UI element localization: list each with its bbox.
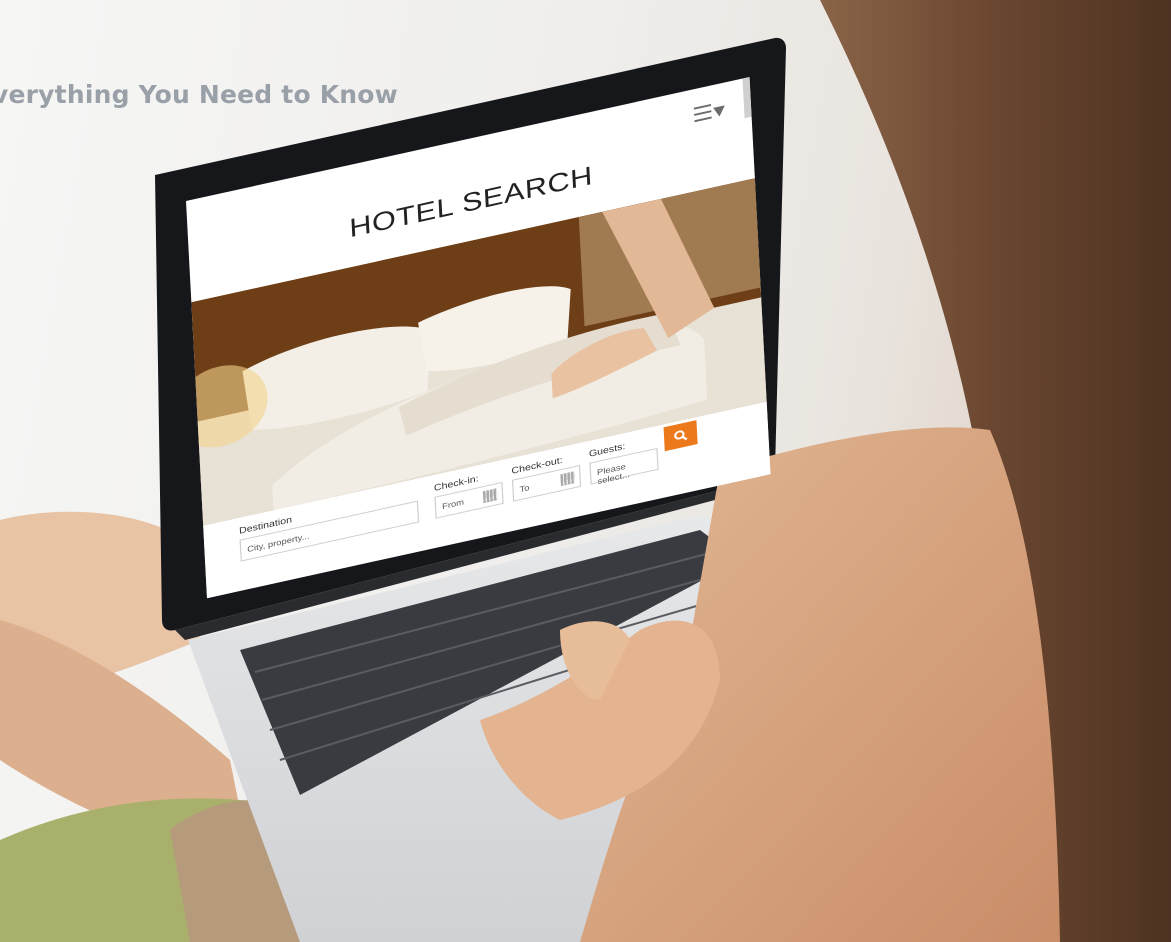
search-button[interactable] (663, 420, 698, 452)
photo-scene: ☰▾ HOTEL SEARCH Destination City, proper… (0, 0, 1171, 942)
destination-placeholder: City, property... (246, 531, 310, 555)
guests-value: Please select... (596, 461, 631, 487)
checkin-value: From (441, 497, 465, 512)
calendar-icon[interactable] (560, 471, 576, 487)
hamburger-menu-icon[interactable]: ☰▾ (692, 97, 726, 128)
article-title: verything You Need to Know (0, 80, 398, 109)
checkout-value: To (519, 483, 530, 495)
calendar-icon[interactable] (482, 488, 498, 504)
search-icon (674, 430, 688, 441)
